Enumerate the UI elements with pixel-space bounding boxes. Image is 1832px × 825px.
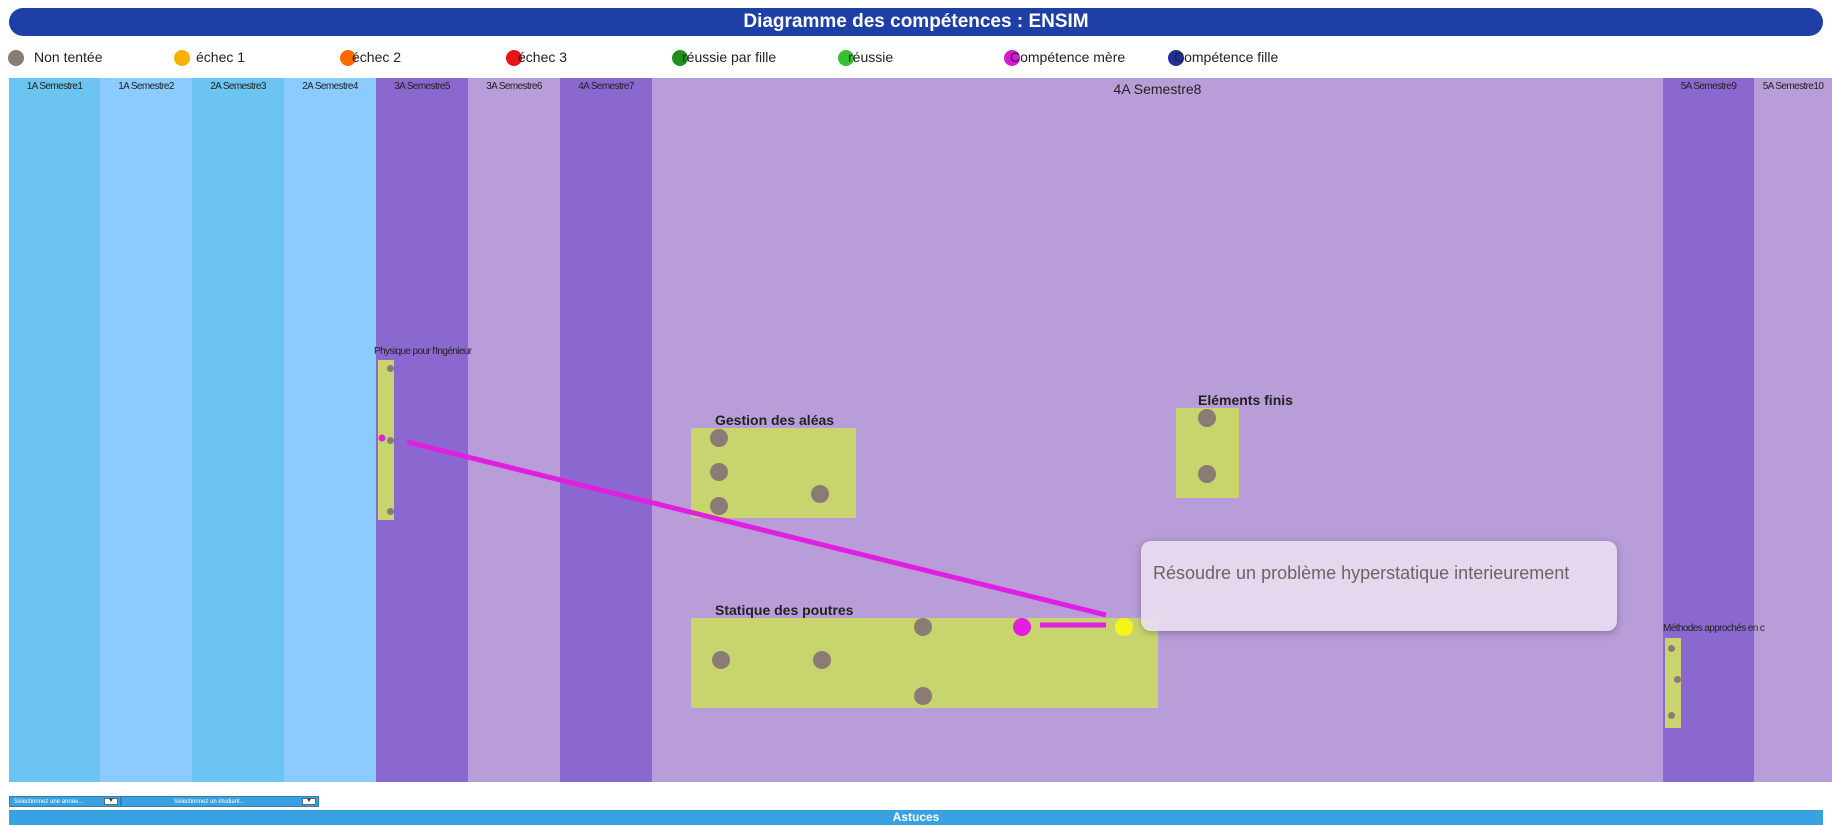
skill-title-elements: Eléments finis — [1198, 392, 1293, 408]
competence-dot[interactable] — [387, 437, 394, 444]
skill-block-poutres[interactable] — [691, 618, 1158, 708]
competence-dot[interactable] — [1668, 645, 1675, 652]
semester-column: 1A Semestre1 — [9, 78, 100, 782]
competence-dot[interactable] — [387, 365, 394, 372]
astuces-bar[interactable]: Astuces — [9, 810, 1823, 825]
competence-dot[interactable] — [710, 497, 728, 515]
competence-dot[interactable] — [712, 651, 730, 669]
skill-block-physique[interactable] — [378, 360, 394, 520]
semester-column: 4A Semestre7 — [560, 78, 652, 782]
legend: Non tentée échec 1 échec 2 échec 3 réuss… — [0, 44, 1832, 70]
semester-column: 2A Semestre4 — [284, 78, 376, 782]
competence-dot[interactable] — [813, 651, 831, 669]
skill-block-methodes[interactable] — [1665, 638, 1681, 728]
page-title: Diagramme des compétences : ENSIM — [9, 8, 1823, 36]
skill-title-physique: Physique pour l'Ingénieur — [374, 346, 472, 357]
semester-column: 5A Semestre10 — [1754, 78, 1832, 782]
competence-fille-dot[interactable] — [1115, 618, 1133, 636]
skills-diagram: 1A Semestre1 1A Semestre2 2A Semestre3 2… — [9, 78, 1832, 782]
competence-mere-dot[interactable] — [1013, 618, 1031, 636]
competence-dot[interactable] — [811, 485, 829, 503]
competence-dot[interactable] — [914, 687, 932, 705]
status-dot-icon — [8, 50, 24, 66]
competence-dot[interactable] — [710, 429, 728, 447]
status-dot-icon — [174, 50, 190, 66]
skill-block-aleas[interactable] — [691, 428, 856, 518]
skill-title-methodes: Méthodes approchés en c — [1663, 623, 1765, 634]
skill-block-elements[interactable] — [1176, 408, 1239, 498]
student-select[interactable]: Sélectionnez un étudiant... ▼ — [121, 796, 319, 807]
competence-dot[interactable] — [710, 463, 728, 481]
semester-column: 2A Semestre3 — [192, 78, 284, 782]
chevron-down-icon: ▼ — [302, 798, 316, 805]
competence-dot[interactable] — [1198, 409, 1216, 427]
skill-title-aleas: Gestion des aléas — [715, 412, 835, 428]
competence-dot[interactable] — [1668, 712, 1675, 719]
competence-dot[interactable] — [1198, 465, 1216, 483]
semester-column: 1A Semestre2 — [100, 78, 192, 782]
competence-dot[interactable] — [1674, 676, 1681, 683]
competence-tooltip: Résoudre un problème hyperstatique inter… — [1141, 541, 1617, 631]
competence-dot[interactable] — [387, 508, 394, 515]
year-select[interactable]: Sélectionnez une année... ▼ — [9, 796, 121, 807]
chevron-down-icon: ▼ — [104, 798, 118, 805]
semester-column: 3A Semestre6 — [468, 78, 560, 782]
competence-dot[interactable] — [914, 618, 932, 636]
skill-title-poutres: Statique des poutres — [715, 602, 854, 618]
